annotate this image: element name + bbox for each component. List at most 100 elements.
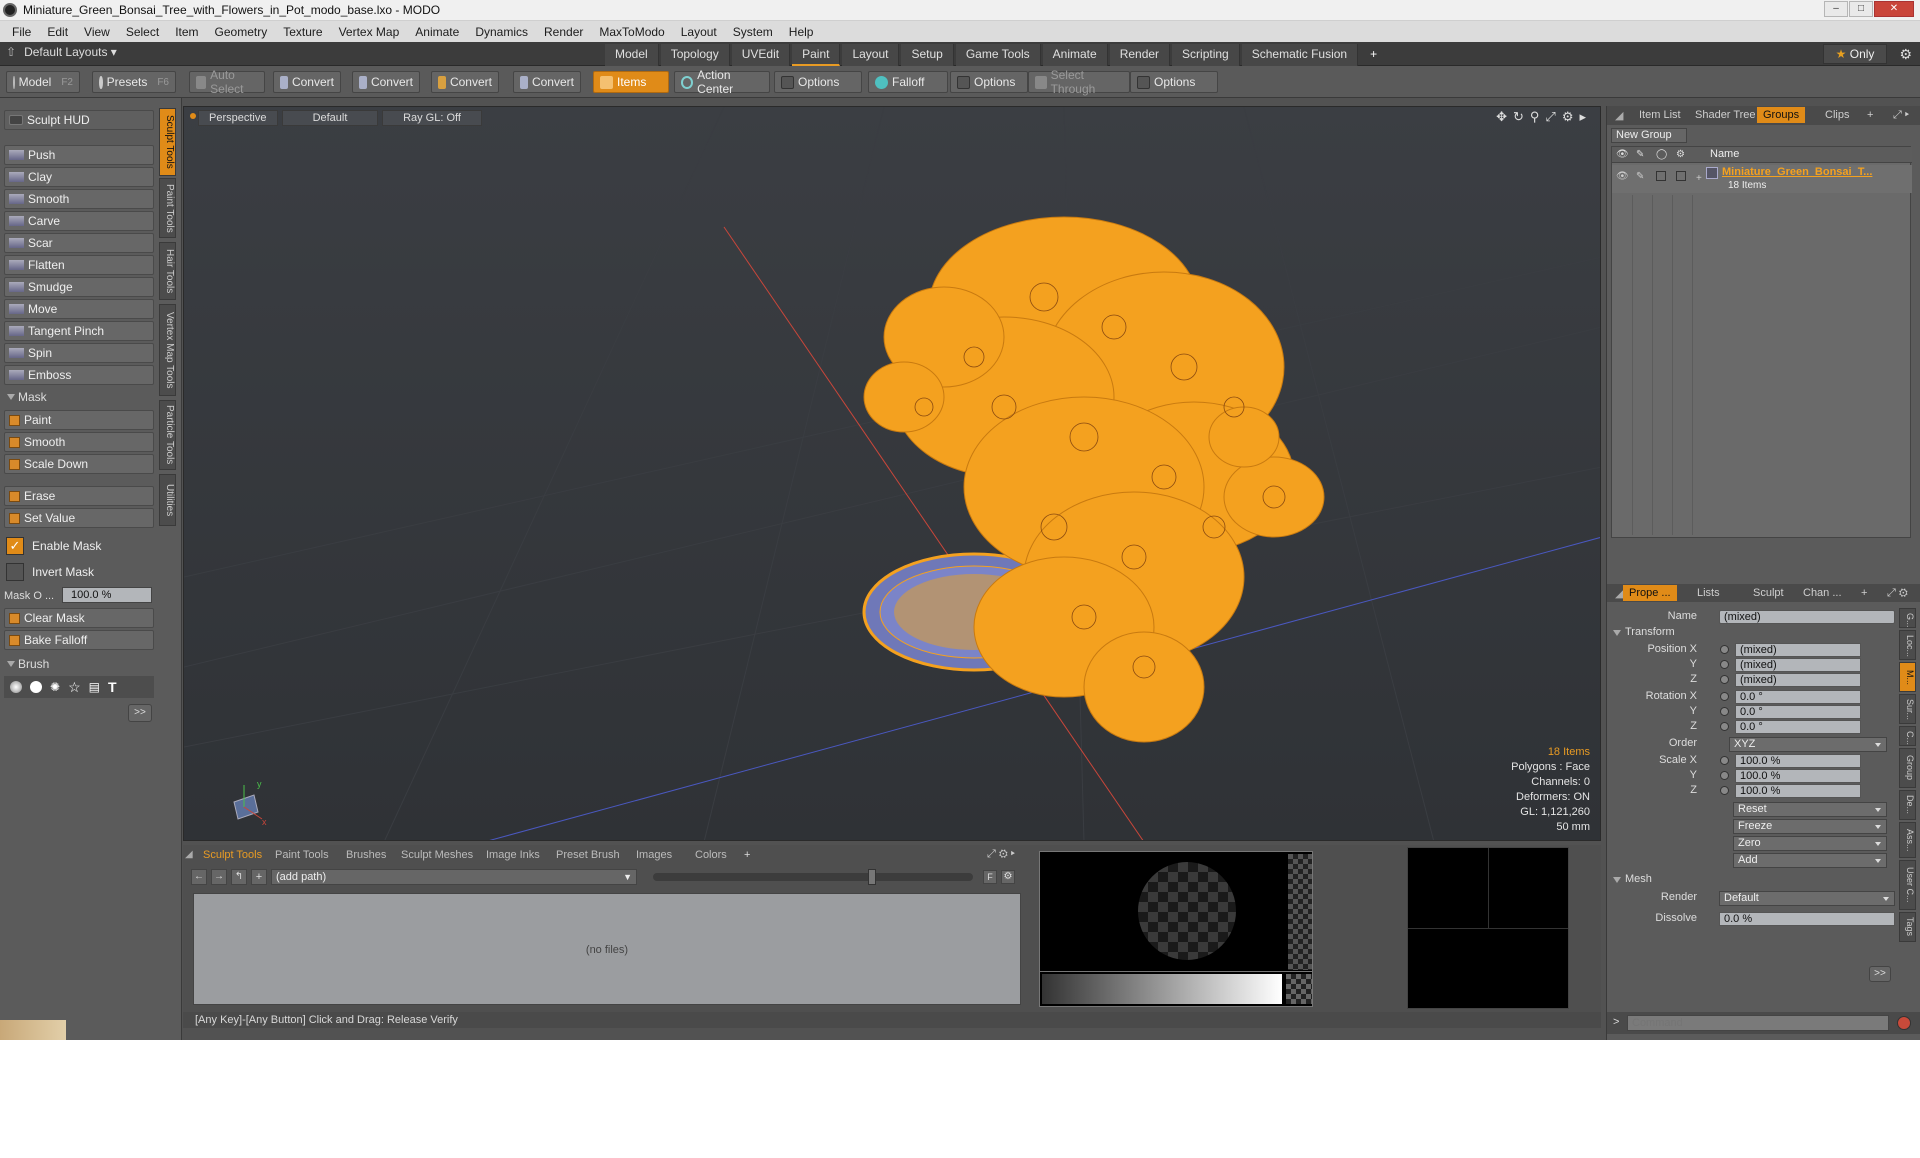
bake-falloff-button[interactable]: Bake Falloff: [4, 630, 154, 650]
vtab-mesh[interactable]: M...: [1899, 662, 1916, 692]
action-center-button[interactable]: Action Center: [674, 68, 770, 96]
scale-z-key-icon[interactable]: [1720, 786, 1729, 795]
btab-preset-brush[interactable]: Preset Brush: [550, 847, 626, 863]
thumbnail-size-slider[interactable]: [653, 869, 973, 885]
rotation-y-field[interactable]: 0.0 °: [1735, 705, 1861, 719]
vtab-particle-tools[interactable]: Particle Tools: [159, 400, 176, 470]
menu-item[interactable]: Item: [167, 25, 206, 39]
convert-polygons-button[interactable]: Convert: [431, 71, 499, 93]
menu-select[interactable]: Select: [118, 25, 167, 39]
rotation-x-field[interactable]: 0.0 °: [1735, 690, 1861, 704]
procedural-brush-icon[interactable]: ▤: [89, 680, 100, 694]
mask-tool-smooth[interactable]: Smooth: [4, 432, 154, 452]
falloff-options-button[interactable]: Options: [950, 71, 1028, 93]
gear-icon[interactable]: ⚙: [1891, 46, 1920, 63]
transform-section[interactable]: Transform: [1613, 626, 1675, 638]
menu-vertex-map[interactable]: Vertex Map: [331, 25, 408, 39]
rotation-z-field[interactable]: 0.0 °: [1735, 720, 1861, 734]
spray-brush-icon[interactable]: ✺: [50, 680, 60, 694]
add-path-icon[interactable]: +: [251, 869, 267, 885]
tab-channels[interactable]: Chan ...: [1797, 585, 1848, 601]
btab-colors[interactable]: Colors: [689, 847, 733, 863]
brush-section-header[interactable]: Brush: [4, 657, 154, 673]
add-properties-tab-button[interactable]: +: [1855, 585, 1873, 601]
tab-clips[interactable]: Clips: [1819, 107, 1855, 123]
tab-groups[interactable]: Groups: [1757, 107, 1806, 123]
vtab-assembly[interactable]: Ass...: [1899, 822, 1916, 858]
menu-layout[interactable]: Layout: [673, 25, 725, 39]
menu-help[interactable]: Help: [781, 25, 822, 39]
presets-button[interactable]: Presets F6: [92, 71, 176, 93]
rotation-y-key-icon[interactable]: [1720, 707, 1729, 716]
vtab-user-channels[interactable]: User C...: [1899, 860, 1916, 910]
scale-y-key-icon[interactable]: [1720, 771, 1729, 780]
tool-push[interactable]: Push: [4, 145, 154, 165]
btab-paint-tools[interactable]: Paint Tools: [269, 847, 335, 863]
position-z-field[interactable]: (mixed): [1735, 673, 1861, 687]
expand-brush-button[interactable]: >>: [128, 704, 152, 722]
vtab-location[interactable]: Loc...: [1899, 630, 1916, 660]
parent-folder-icon[interactable]: ↰: [231, 869, 247, 885]
menu-file[interactable]: File: [4, 25, 39, 39]
vtab-tags[interactable]: Tags: [1899, 912, 1916, 942]
tool-emboss[interactable]: Emboss: [4, 365, 154, 385]
vtab-general[interactable]: G...: [1899, 608, 1916, 628]
expand-group-icon[interactable]: +: [1696, 173, 1702, 184]
position-x-field[interactable]: (mixed): [1735, 643, 1861, 657]
mask-section-header[interactable]: Mask: [4, 390, 154, 406]
tab-model[interactable]: Model: [605, 44, 659, 66]
forward-arrow-icon[interactable]: →: [211, 869, 227, 885]
vtab-sculpt-tools[interactable]: Sculpt Tools: [159, 108, 176, 176]
tool-smooth[interactable]: Smooth: [4, 189, 154, 209]
layout-pin-icon[interactable]: ⇧: [6, 45, 16, 59]
rotation-x-key-icon[interactable]: [1720, 692, 1729, 701]
scale-z-field[interactable]: 100.0 %: [1735, 784, 1861, 798]
action-center-options-button[interactable]: Options: [774, 71, 862, 93]
falloff-button[interactable]: Falloff: [868, 71, 948, 93]
hard-brush-icon[interactable]: [30, 681, 42, 693]
auto-select-button[interactable]: Auto Select: [189, 68, 265, 96]
tab-topology[interactable]: Topology: [660, 44, 730, 66]
order-dropdown[interactable]: XYZ: [1729, 737, 1887, 752]
render-dropdown[interactable]: Default: [1719, 891, 1895, 906]
soft-brush-icon[interactable]: [10, 681, 22, 693]
select-column-icon[interactable]: ⚙: [1676, 149, 1685, 160]
vtab-paint-tools[interactable]: Paint Tools: [159, 178, 176, 238]
enable-mask-checkbox[interactable]: ✓: [6, 537, 24, 555]
reset-dropdown[interactable]: Reset: [1733, 802, 1887, 817]
position-y-field[interactable]: (mixed): [1735, 658, 1861, 672]
convert-materials-button[interactable]: Convert: [513, 71, 581, 93]
tab-item-list[interactable]: Item List: [1633, 107, 1687, 123]
tab-uvedit[interactable]: UVEdit: [731, 44, 791, 66]
clear-mask-button[interactable]: Clear Mask: [4, 608, 154, 628]
rotation-z-key-icon[interactable]: [1720, 722, 1729, 731]
expand-properties-button[interactable]: >>: [1869, 966, 1891, 982]
menu-render[interactable]: Render: [536, 25, 591, 39]
browser-settings-icon[interactable]: ⚙: [1001, 870, 1015, 884]
tab-setup[interactable]: Setup: [901, 44, 954, 66]
group-select-toggle[interactable]: [1676, 171, 1686, 181]
tab-properties[interactable]: Prope ...: [1623, 585, 1677, 601]
menu-edit[interactable]: Edit: [39, 25, 76, 39]
panel-expand-icon[interactable]: ⤢ ▸: [1887, 107, 1915, 123]
tab-game-tools[interactable]: Game Tools: [955, 44, 1041, 66]
btab-sculpt-tools[interactable]: Sculpt Tools: [197, 847, 268, 863]
properties-expand-icon[interactable]: ⤢ ⚙: [1881, 585, 1914, 601]
add-bottom-tab-button[interactable]: +: [738, 847, 756, 863]
name-column-header[interactable]: Name: [1710, 148, 1739, 160]
group-visibility-icon[interactable]: 👁: [1616, 171, 1629, 182]
3d-viewport[interactable]: Perspective Default Ray GL: Off ✥ ↻ ⚲ ⤢ …: [183, 106, 1601, 841]
text-brush-icon[interactable]: T: [108, 679, 117, 695]
file-browser-area[interactable]: (no files): [193, 893, 1021, 1005]
panel-menu-icon[interactable]: ◢: [1609, 107, 1629, 123]
btab-brushes[interactable]: Brushes: [340, 847, 392, 863]
position-y-key-icon[interactable]: [1720, 660, 1729, 669]
tool-tangent-pinch[interactable]: Tangent Pinch: [4, 321, 154, 341]
position-z-key-icon[interactable]: [1720, 675, 1729, 684]
vtab-utilities[interactable]: Utilities: [159, 474, 176, 526]
vtab-surface[interactable]: Sur...: [1899, 694, 1916, 724]
path-dropdown[interactable]: (add path) ▼: [271, 869, 637, 885]
mask-tool-scale-down[interactable]: Scale Down: [4, 454, 154, 474]
close-button[interactable]: ✕: [1874, 1, 1914, 17]
back-arrow-icon[interactable]: ←: [191, 869, 207, 885]
